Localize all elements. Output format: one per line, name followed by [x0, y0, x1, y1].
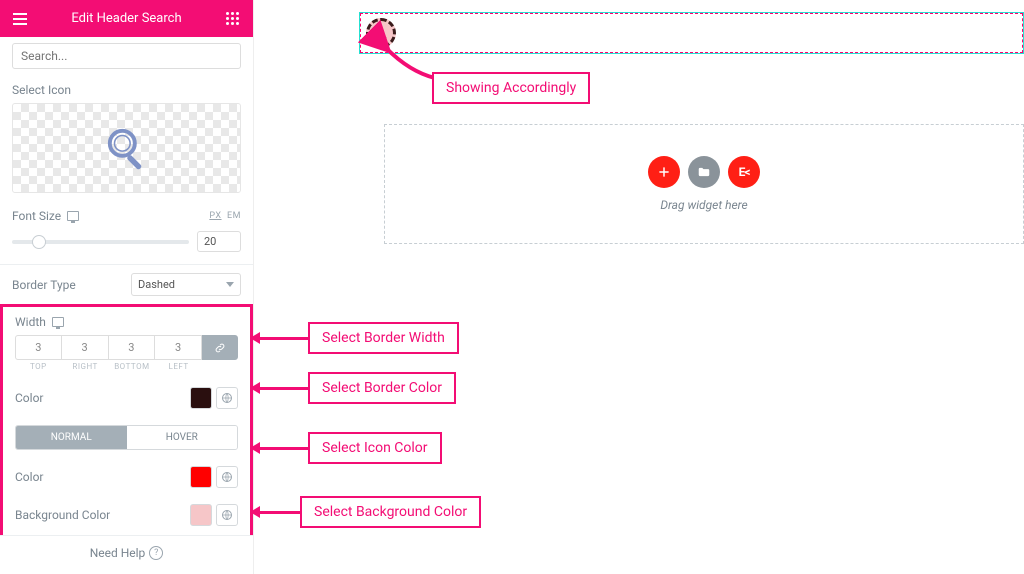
panel-body: Select Icon Font Size PX EM Border Type …	[0, 37, 253, 535]
magnifier-icon	[102, 123, 152, 173]
width-label: Width	[15, 315, 46, 329]
annotation-border-width: Select Border Width	[258, 322, 459, 354]
responsive-icon[interactable]	[67, 211, 79, 221]
state-tabs: NORMAL HOVER	[15, 425, 238, 450]
editor-canvas: E< Drag widget here	[254, 0, 1024, 574]
template-library-button[interactable]	[688, 156, 720, 188]
width-left-input[interactable]	[155, 335, 202, 360]
width-top-input[interactable]	[15, 335, 62, 360]
annotation-showing: Showing Accordingly	[432, 72, 590, 104]
bg-color-swatch[interactable]	[190, 504, 212, 526]
icon-preview[interactable]	[12, 103, 241, 193]
border-width-inputs	[15, 335, 238, 360]
annotation-border-color: Select Border Color	[258, 372, 456, 404]
globe-icon	[221, 471, 233, 483]
annotation-icon-color: Select Icon Color	[258, 432, 442, 464]
highlighted-settings: Width TOP RIGHT BOTTOM LEFT Color	[0, 304, 253, 535]
search-icon	[374, 26, 388, 40]
plus-icon	[657, 165, 671, 179]
search-input[interactable]	[12, 43, 241, 69]
border-type-row: Border Type Dashed	[0, 265, 253, 304]
hamburger-icon[interactable]	[12, 11, 28, 27]
icon-color-row: Color	[3, 458, 250, 496]
width-bottom-input[interactable]	[109, 335, 156, 360]
chevron-down-icon	[226, 282, 234, 287]
border-type-dropdown[interactable]: Dashed	[131, 273, 241, 296]
dropzone-label: Drag widget here	[660, 198, 747, 212]
font-size-slider[interactable]	[12, 240, 189, 244]
drop-zone[interactable]: E< Drag widget here	[384, 124, 1024, 244]
icon-color-swatch[interactable]	[190, 466, 212, 488]
annotation-bg-color: Select Background Color	[258, 496, 481, 528]
global-color-button[interactable]	[216, 466, 238, 488]
panel-header: Edit Header Search	[0, 0, 253, 37]
select-icon-label: Select Icon	[12, 83, 241, 97]
responsive-icon[interactable]	[52, 317, 64, 327]
font-size-value[interactable]	[197, 231, 241, 252]
header-search-widget[interactable]	[359, 12, 1024, 54]
globe-icon	[221, 509, 233, 521]
tab-hover[interactable]: HOVER	[127, 426, 238, 449]
folder-icon	[697, 165, 711, 179]
panel-title: Edit Header Search	[71, 11, 181, 26]
unit-switch[interactable]: PX EM	[209, 211, 241, 221]
width-right-input[interactable]	[62, 335, 109, 360]
sidebar-panel: Edit Header Search Select Icon Font Size…	[0, 0, 254, 574]
kit-button[interactable]: E<	[728, 156, 760, 188]
help-icon: ?	[149, 546, 163, 560]
global-color-button[interactable]	[216, 387, 238, 409]
apps-grid-icon[interactable]	[225, 11, 241, 27]
global-color-button[interactable]	[216, 504, 238, 526]
tab-normal[interactable]: NORMAL	[16, 426, 127, 449]
add-section-button[interactable]	[648, 156, 680, 188]
bg-color-row: Background Color	[3, 496, 250, 534]
link-values-button[interactable]	[202, 335, 238, 360]
border-color-row: Color	[3, 379, 250, 417]
globe-icon	[221, 392, 233, 404]
link-icon	[214, 342, 226, 354]
font-size-row: Font Size PX EM	[0, 201, 253, 231]
border-color-swatch[interactable]	[190, 387, 212, 409]
need-help-link[interactable]: Need Help ?	[0, 535, 253, 574]
